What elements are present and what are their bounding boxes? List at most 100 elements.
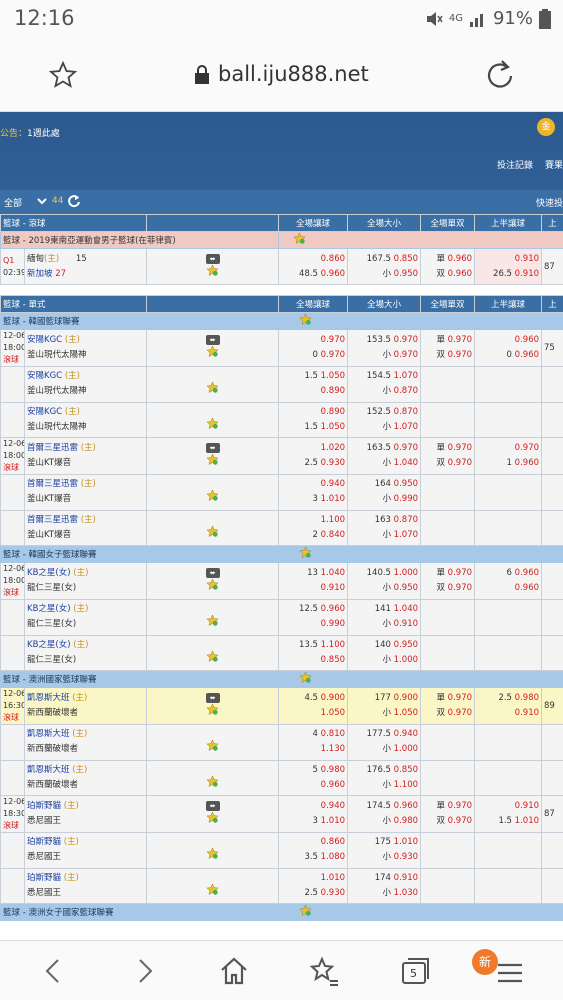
- odds[interactable]: 1.020: [321, 443, 345, 453]
- favorite-star-icon[interactable]: [206, 811, 219, 824]
- odds[interactable]: 0.970: [321, 350, 345, 360]
- stats-icon[interactable]: ⬌: [205, 801, 220, 811]
- odds[interactable]: 1.100: [394, 780, 418, 790]
- odds[interactable]: 1.050: [394, 708, 418, 718]
- favorite-star-icon[interactable]: [206, 525, 219, 538]
- favorite-star-icon[interactable]: [299, 313, 312, 326]
- odds[interactable]: 1.010: [321, 816, 345, 826]
- odds[interactable]: 1.080: [321, 852, 345, 862]
- favorite-star-icon[interactable]: [206, 453, 219, 466]
- odds[interactable]: 1.040: [321, 568, 345, 578]
- odds[interactable]: 1.010: [394, 837, 418, 847]
- chevron-down-icon[interactable]: [36, 194, 48, 208]
- odds[interactable]: 0.960: [321, 604, 345, 614]
- favorite-star-icon[interactable]: [206, 381, 219, 394]
- odds[interactable]: 0.910: [477, 252, 539, 267]
- odds[interactable]: 0.960: [321, 269, 345, 279]
- odds[interactable]: 0.950: [394, 640, 418, 650]
- odds[interactable]: 0.910: [515, 708, 539, 718]
- results-link[interactable]: 賽果: [545, 158, 563, 171]
- coin-icon[interactable]: 金: [537, 118, 555, 136]
- odds[interactable]: 0.960: [515, 568, 539, 578]
- odds[interactable]: 1.070: [394, 530, 418, 540]
- odds[interactable]: 1.000: [394, 744, 418, 754]
- odds[interactable]: 0.950: [394, 583, 418, 593]
- odds[interactable]: 0.910: [477, 799, 539, 814]
- odds[interactable]: 1.030: [394, 888, 418, 898]
- stats-icon[interactable]: ⬌: [205, 568, 220, 578]
- tabs-button[interactable]: 5: [400, 955, 432, 987]
- odds[interactable]: 0.910: [394, 619, 418, 629]
- odds[interactable]: 0.810: [321, 729, 345, 739]
- odds[interactable]: 0.960: [515, 350, 539, 360]
- odds[interactable]: 0.960: [515, 583, 539, 593]
- odds[interactable]: 0.970: [321, 335, 345, 345]
- odds[interactable]: 1.100: [321, 515, 345, 525]
- odds[interactable]: 0.950: [394, 269, 418, 279]
- stats-icon[interactable]: ⬌: [205, 693, 220, 703]
- odds[interactable]: 1.010: [321, 494, 345, 504]
- odds[interactable]: 0.910: [515, 269, 539, 279]
- odds[interactable]: 0.970: [448, 583, 472, 593]
- odds[interactable]: 0.970: [448, 443, 472, 453]
- odds[interactable]: 1.070: [394, 422, 418, 432]
- odds[interactable]: 0.970: [394, 335, 418, 345]
- forward-icon[interactable]: [128, 955, 160, 987]
- odds[interactable]: 0.970: [448, 568, 472, 578]
- favorite-star-icon[interactable]: [293, 232, 306, 245]
- back-icon[interactable]: [38, 955, 70, 987]
- favorite-star-icon[interactable]: [206, 263, 219, 277]
- stats-icon[interactable]: ⬌: [205, 335, 220, 345]
- odds[interactable]: 0.940: [321, 801, 345, 811]
- favorite-star-icon[interactable]: [206, 883, 219, 896]
- refresh-icon[interactable]: [66, 193, 82, 209]
- odds[interactable]: 0.960: [515, 458, 539, 468]
- odds[interactable]: 0.970: [477, 441, 539, 456]
- odds[interactable]: 0.950: [394, 479, 418, 489]
- favorite-star-icon[interactable]: [299, 904, 312, 917]
- odds[interactable]: 0.840: [321, 530, 345, 540]
- odds[interactable]: 0.960: [448, 269, 472, 279]
- odds[interactable]: 1.050: [321, 371, 345, 381]
- favorite-star-icon[interactable]: [299, 671, 312, 684]
- favorite-star-icon[interactable]: [206, 345, 219, 358]
- odds[interactable]: 0.940: [394, 729, 418, 739]
- favorite-star-icon[interactable]: [206, 847, 219, 860]
- favorite-star-icon[interactable]: [206, 614, 219, 627]
- odds[interactable]: 1.040: [394, 604, 418, 614]
- odds[interactable]: 0.970: [448, 816, 472, 826]
- bookmark-star-icon[interactable]: [48, 60, 78, 90]
- odds[interactable]: 0.970: [394, 443, 418, 453]
- bookmarks-icon[interactable]: [308, 955, 340, 987]
- odds[interactable]: 0.870: [394, 407, 418, 417]
- odds[interactable]: 1.130: [321, 744, 345, 754]
- odds[interactable]: 0.850: [321, 655, 345, 665]
- odds[interactable]: 1.010: [321, 873, 345, 883]
- odds[interactable]: 0.900: [321, 693, 345, 703]
- odds[interactable]: 0.990: [394, 494, 418, 504]
- odds[interactable]: 0.890: [321, 386, 345, 396]
- odds[interactable]: 0.980: [321, 765, 345, 775]
- odds[interactable]: 0.980: [394, 816, 418, 826]
- odds[interactable]: 0.980: [515, 693, 539, 703]
- odds[interactable]: 0.850: [394, 765, 418, 775]
- odds[interactable]: 0.850: [394, 254, 418, 264]
- favorite-star-icon[interactable]: [206, 578, 219, 591]
- favorite-star-icon[interactable]: [206, 417, 219, 430]
- odds[interactable]: 1.050: [321, 708, 345, 718]
- reload-icon[interactable]: [485, 58, 515, 90]
- odds[interactable]: 0.990: [321, 619, 345, 629]
- odds[interactable]: 0.930: [321, 888, 345, 898]
- odds[interactable]: 0.970: [448, 801, 472, 811]
- odds[interactable]: 1.000: [394, 655, 418, 665]
- odds[interactable]: 1.100: [321, 640, 345, 650]
- odds[interactable]: 0.960: [448, 254, 472, 264]
- favorite-star-icon[interactable]: [206, 489, 219, 502]
- odds[interactable]: 0.960: [321, 780, 345, 790]
- odds[interactable]: 0.910: [394, 873, 418, 883]
- odds[interactable]: 1.010: [515, 816, 539, 826]
- odds[interactable]: 0.900: [394, 693, 418, 703]
- odds[interactable]: 0.870: [394, 386, 418, 396]
- odds[interactable]: 1.000: [394, 568, 418, 578]
- odds[interactable]: 0.860: [321, 837, 345, 847]
